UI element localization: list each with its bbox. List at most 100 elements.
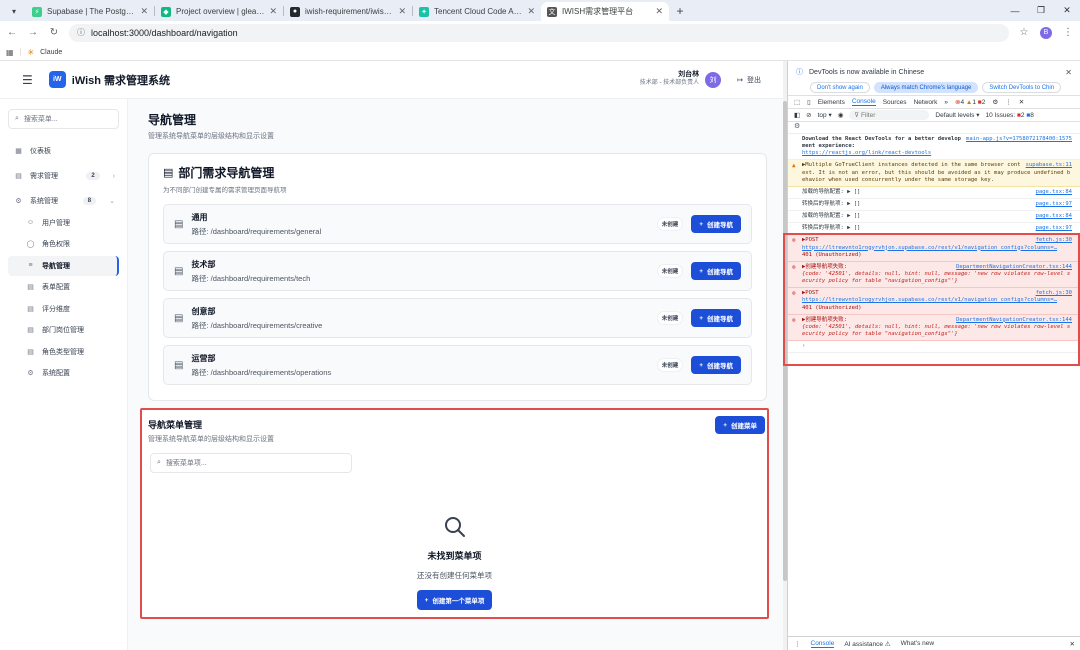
levels-select[interactable]: Default levels ▾	[935, 111, 979, 119]
dont-show-again-button[interactable]: Don't show again	[810, 82, 870, 93]
profile-avatar[interactable]: B	[1040, 26, 1052, 39]
log-url[interactable]: https://ltrewvnto1rogyrvhjon.supabase.co…	[802, 245, 1057, 251]
sidebar-item[interactable]: ▤ 部门岗位管理	[8, 320, 119, 340]
log-source-link[interactable]: main-app.js?v=1758072178400:1575	[966, 136, 1072, 143]
filter-input[interactable]: ⊽ Filter	[849, 110, 930, 120]
error-icon: ⊗	[792, 237, 796, 245]
more-icon[interactable]: ⋮	[1005, 98, 1012, 106]
tab-elements[interactable]: Elements	[818, 99, 845, 106]
hamburger-menu-icon[interactable]: ☰	[22, 73, 33, 87]
switch-language-button[interactable]: Switch DevTools to Chin	[982, 82, 1062, 93]
tab-close-icon[interactable]: ✕	[269, 6, 277, 17]
minimize-icon[interactable]: —	[1002, 0, 1028, 21]
tab-favicon-icon: 文	[547, 6, 557, 17]
drawer-tab-whats-new[interactable]: What's new	[901, 640, 934, 647]
create-nav-button[interactable]: + 创建导航	[691, 262, 741, 280]
log-source-link[interactable]: supabase.ts:11	[1026, 162, 1072, 169]
browser-tab[interactable]: ✦ Tencent Cloud Code Assistar ✕	[413, 2, 541, 21]
log-source-link[interactable]: page.tsx:97	[1036, 201, 1072, 208]
sidebar-item[interactable]: ☺ 用户管理	[8, 213, 119, 233]
console-prompt[interactable]: ›	[788, 341, 1080, 354]
log-source-link[interactable]: DepartmentNavigationCreator.tsx:144	[956, 264, 1072, 271]
browser-tab[interactable]: ● iwish-requirement/iwish-req ✕	[284, 2, 412, 21]
close-icon[interactable]: ✕	[1065, 68, 1072, 77]
match-language-button[interactable]: Always match Chrome's language	[873, 82, 979, 93]
log-source-link[interactable]: fetch.js:30	[1036, 237, 1072, 244]
drawer-tab-ai[interactable]: AI assistance ⚠	[844, 640, 890, 648]
tab-close-icon[interactable]: ✕	[140, 6, 148, 17]
url-text: localhost:3000/dashboard/navigation	[91, 27, 238, 38]
dept-row: ▤ 创意部 路径: /dashboard/requirements/creative…	[163, 298, 752, 338]
sidebar-item[interactable]: ▤ 角色类型管理	[8, 342, 119, 362]
browser-tab[interactable]: ◆ Project overview | gleaming ✕	[155, 2, 283, 21]
sidebar-item[interactable]: ⚙ 系统配置	[8, 363, 119, 383]
back-icon[interactable]: ←	[6, 27, 18, 38]
site-info-icon[interactable]: ⓘ	[77, 27, 85, 38]
sidebar-item-label: 角色类型管理	[42, 348, 84, 356]
console-settings-row: ⚙	[788, 122, 1080, 134]
create-menu-button[interactable]: + 创建菜单	[715, 416, 765, 434]
eye-icon[interactable]: ◉	[838, 111, 844, 119]
create-nav-button[interactable]: + 创建导航	[691, 215, 741, 233]
menu-search-input[interactable]: ⌕ 搜索菜单项...	[150, 453, 352, 473]
log-source-link[interactable]: page.tsx:97	[1036, 225, 1072, 232]
reload-icon[interactable]: ↻	[48, 27, 60, 38]
tab-close-icon[interactable]: ✕	[527, 6, 535, 17]
sidebar-toggle-icon[interactable]: ◧	[794, 111, 800, 119]
log-detail[interactable]: {code: '42501', details: null, hint: nul…	[802, 324, 1070, 337]
create-first-menu-button[interactable]: + 创建第一个菜单项	[416, 590, 493, 610]
user-avatar[interactable]: 刘	[705, 71, 722, 88]
sidebar-search-input[interactable]: ⌕ 搜索菜单...	[8, 109, 119, 129]
close-window-icon[interactable]: ✕	[1054, 0, 1080, 21]
drawer-menu-icon[interactable]: ⋮	[794, 640, 801, 648]
sidebar-item[interactable]: ▦ 仪表板	[8, 141, 119, 161]
issues-badge[interactable]: 10 Issues: ■2 ■8	[985, 112, 1033, 119]
bookmark-claude[interactable]: Claude	[40, 49, 62, 56]
sidebar-item[interactable]: ▤ 表单配置	[8, 277, 119, 297]
url-field[interactable]: ⓘ localhost:3000/dashboard/navigation	[69, 23, 1009, 42]
error-count-badge[interactable]: ⊗4 ▲1 ■2	[955, 98, 985, 106]
sidebar-item[interactable]: ⚙ 系统管理 8 ⌄	[8, 191, 119, 211]
more-menu-icon[interactable]: ⋮	[1062, 27, 1074, 38]
log-source-link[interactable]: DepartmentNavigationCreator.tsx:144	[956, 317, 1072, 324]
more-tabs-icon[interactable]: »	[944, 99, 948, 106]
browser-tab[interactable]: ⚡ Supabase | The Postgres Dev ✕	[26, 2, 154, 21]
bookmark-star-icon[interactable]: ☆	[1018, 27, 1030, 38]
chevron-right-icon[interactable]: ›	[113, 173, 115, 180]
sidebar-item[interactable]: ◯ 角色权限	[8, 234, 119, 254]
console-settings-icon[interactable]: ⚙	[794, 123, 800, 130]
settings-icon[interactable]: ⚙	[992, 98, 998, 106]
context-select[interactable]: top ▾	[818, 111, 832, 119]
tab-network[interactable]: Network	[914, 99, 938, 106]
log-source-link[interactable]: page.tsx:84	[1036, 189, 1072, 196]
inspect-icon[interactable]: ⬚	[794, 98, 800, 106]
tab-console[interactable]: Console	[851, 98, 876, 106]
create-nav-button[interactable]: + 创建导航	[691, 356, 741, 374]
restore-icon[interactable]: ❐	[1028, 0, 1054, 21]
create-nav-button[interactable]: + 创建导航	[691, 309, 741, 327]
log-source-link[interactable]: page.tsx:84	[1036, 213, 1072, 220]
tab-close-icon[interactable]: ✕	[398, 6, 406, 17]
device-icon[interactable]: ▯	[807, 98, 811, 106]
log-detail[interactable]: {code: '42501', details: null, hint: nul…	[802, 271, 1070, 284]
chevron-down-icon[interactable]: ⌄	[109, 197, 115, 205]
log-source-link[interactable]: fetch.js:30	[1036, 290, 1072, 297]
browser-tab[interactable]: 文 IWISH需求管理平台 ✕	[541, 2, 669, 21]
sidebar-item[interactable]: ▤ 需求管理 2 ›	[8, 166, 119, 186]
forward-icon[interactable]: →	[27, 27, 39, 38]
tab-close-icon[interactable]: ✕	[655, 6, 663, 17]
logout-button[interactable]: ↦ 登出	[737, 75, 761, 85]
react-devtools-link[interactable]: https://reactjs.org/link/react-devtools	[802, 150, 931, 156]
tab-sources[interactable]: Sources	[883, 99, 907, 106]
sidebar-item[interactable]: ≡ 导航管理	[8, 255, 119, 276]
drawer-tab-console[interactable]: Console	[810, 640, 835, 648]
apps-grid-icon[interactable]: ▦	[6, 48, 14, 57]
tab-search-icon[interactable]: ▾	[6, 3, 22, 19]
sidebar-item-label: 用户管理	[42, 219, 70, 227]
close-devtools-icon[interactable]: ✕	[1019, 98, 1024, 106]
sidebar-item[interactable]: ▤ 评分维度	[8, 299, 119, 319]
log-url[interactable]: https://ltrewvnto1rogyrvhjon.supabase.co…	[802, 297, 1057, 303]
clear-console-icon[interactable]: ⊘	[806, 111, 811, 119]
close-drawer-icon[interactable]: ✕	[1070, 640, 1075, 648]
new-tab-button[interactable]: +	[671, 2, 689, 20]
